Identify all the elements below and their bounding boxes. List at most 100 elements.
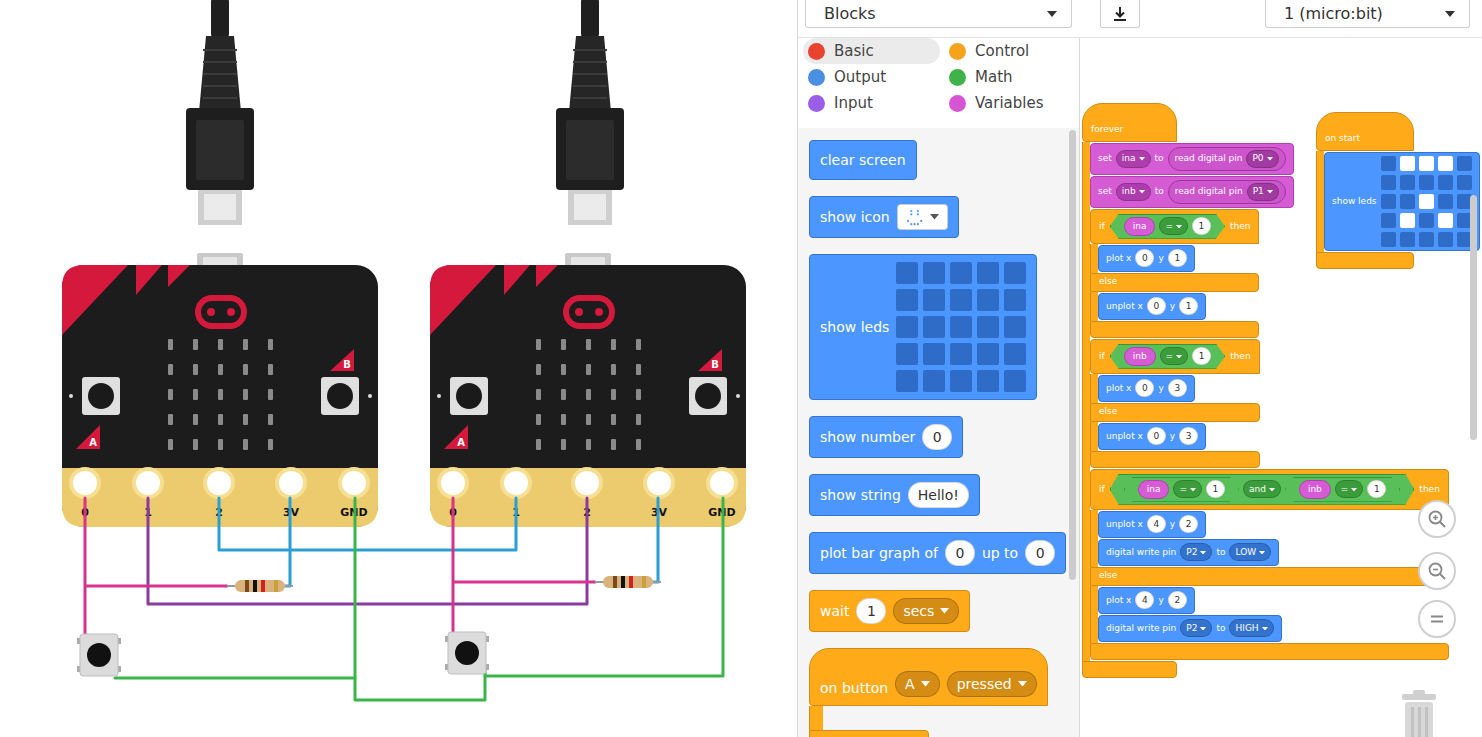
zoom-out-button[interactable] (1418, 552, 1456, 590)
statement-block[interactable]: show leds (1324, 152, 1480, 251)
led-cell[interactable] (923, 343, 945, 365)
led-cell[interactable] (1400, 213, 1415, 228)
led-cell[interactable] (1381, 194, 1396, 209)
reporter-block[interactable]: ina=1 (1110, 214, 1225, 239)
led-cell[interactable] (1004, 289, 1026, 311)
statement-block[interactable]: show stringHello! (809, 474, 980, 516)
usb-cable[interactable] (186, 0, 254, 225)
led-cell[interactable] (1457, 156, 1472, 171)
block-dropdown[interactable]: secs (893, 598, 959, 624)
led-cell[interactable] (1004, 370, 1026, 392)
led-cell[interactable] (1419, 175, 1434, 190)
statement-block[interactable]: wait1secs (809, 590, 970, 632)
led-cell[interactable] (1400, 175, 1415, 190)
resistor[interactable] (595, 576, 661, 588)
statement-block[interactable]: plot bar graph of0up to0 (809, 532, 1066, 574)
led-cell[interactable] (1457, 175, 1472, 190)
led-cell[interactable] (950, 289, 972, 311)
reporter-block[interactable]: ina=1andinb=1 (1110, 474, 1415, 505)
led-cell[interactable] (977, 289, 999, 311)
led-cell[interactable] (1419, 194, 1434, 209)
block-dropdown[interactable]: HIGH (1229, 619, 1273, 637)
statement-block[interactable]: digital write pinP2toLOW (1098, 539, 1279, 566)
value-input[interactable]: 2 (1179, 515, 1198, 533)
led-cell[interactable] (977, 316, 999, 338)
statement-block[interactable]: digital write pinP2toHIGH (1098, 615, 1282, 642)
led-cell[interactable] (1004, 262, 1026, 284)
led-cell[interactable] (923, 316, 945, 338)
trash-can[interactable] (1398, 690, 1440, 737)
statement-block[interactable]: show icon (809, 196, 959, 238)
led-cell[interactable] (1400, 156, 1415, 171)
if-else-block[interactable]: ifina=1andinb=1thenunplot x4y2digital wr… (1090, 469, 1449, 660)
value-input[interactable]: 1 (1367, 480, 1386, 498)
led-cell[interactable] (1419, 213, 1434, 228)
led-cell[interactable] (896, 289, 918, 311)
category-item[interactable]: Control (944, 38, 1081, 64)
led-cell[interactable] (950, 316, 972, 338)
if-header[interactable]: ifina=1andinb=1then (1090, 469, 1449, 510)
resistor[interactable] (227, 580, 293, 592)
value-input[interactable]: 1 (1192, 217, 1211, 235)
microbit-board[interactable]: AB0123VGND (430, 253, 746, 527)
block-dropdown[interactable]: and (1243, 480, 1281, 498)
code-workspace[interactable]: foreversetinatoread digital pinP0setinbt… (1080, 38, 1482, 737)
statement-block[interactable]: clear screen (809, 140, 917, 180)
led-cell[interactable] (950, 370, 972, 392)
push-button[interactable] (77, 634, 121, 676)
led-cell[interactable] (1381, 156, 1396, 171)
block-dropdown[interactable]: = (1335, 480, 1364, 498)
statement-block[interactable]: plot x4y2 (1098, 587, 1195, 614)
led-cell[interactable] (896, 343, 918, 365)
variable-pill[interactable]: ina (1124, 217, 1156, 236)
statement-block[interactable]: show number0 (809, 416, 963, 458)
button-a[interactable] (82, 377, 120, 415)
led-cell[interactable] (1381, 213, 1396, 228)
variable-pill[interactable]: inb (1124, 347, 1156, 366)
variable-pill[interactable]: ina (1138, 480, 1170, 499)
led-cell[interactable] (1400, 194, 1415, 209)
microbit-board[interactable]: AB0123VGND (62, 253, 378, 527)
value-input[interactable]: 3 (1168, 379, 1187, 397)
led-cell[interactable] (950, 262, 972, 284)
statement-block[interactable]: setinbtoread digital pinP1 (1090, 176, 1294, 208)
value-input[interactable]: 3 (1179, 427, 1198, 445)
statement-block[interactable]: plot x0y1 (1098, 245, 1195, 272)
on-start-block[interactable]: on startshow leds (1316, 112, 1480, 269)
led-cell[interactable] (896, 316, 918, 338)
block-dropdown[interactable]: P2 (1180, 619, 1212, 637)
led-cell[interactable] (1400, 232, 1415, 247)
value-input[interactable]: Hello! (908, 482, 969, 508)
statement-block[interactable]: show leds (809, 254, 1037, 400)
value-input[interactable]: 1 (1192, 347, 1211, 365)
led-cell[interactable] (923, 370, 945, 392)
led-cell[interactable] (950, 343, 972, 365)
led-cell[interactable] (977, 370, 999, 392)
push-button[interactable] (445, 632, 489, 674)
button-b[interactable] (321, 377, 359, 415)
category-item[interactable]: Output (803, 64, 940, 90)
led-cell[interactable] (1381, 232, 1396, 247)
if-header[interactable]: ifina=1then (1090, 209, 1259, 244)
reporter-block[interactable]: ina=1 (1124, 477, 1239, 502)
event-block[interactable]: on buttonApressed (809, 648, 1048, 737)
device-select[interactable]: 1 (micro:bit) (1265, 0, 1470, 28)
reporter-block[interactable]: read digital pinP1 (1168, 180, 1286, 204)
value-input[interactable]: 1 (856, 598, 886, 624)
block-dropdown[interactable]: = (1160, 347, 1189, 365)
led-cell[interactable] (1419, 156, 1434, 171)
value-input[interactable]: 4 (1147, 515, 1166, 533)
circuit-canvas[interactable]: AB0123VGNDAB0123VGND (0, 0, 797, 737)
block-dropdown[interactable]: P0 (1246, 150, 1278, 168)
led-cell[interactable] (896, 370, 918, 392)
value-input[interactable]: 0 (1147, 297, 1166, 315)
led-cell[interactable] (1004, 316, 1026, 338)
usb-cable[interactable] (556, 0, 624, 225)
block-dropdown[interactable]: ina (1116, 150, 1151, 168)
value-input[interactable]: 4 (1135, 591, 1154, 609)
reset-zoom-button[interactable] (1418, 600, 1456, 638)
zoom-in-button[interactable] (1418, 500, 1456, 538)
reporter-block[interactable]: inb=1 (1110, 344, 1225, 369)
value-input[interactable]: 0 (945, 540, 975, 566)
mode-select[interactable]: Blocks (805, 0, 1072, 28)
